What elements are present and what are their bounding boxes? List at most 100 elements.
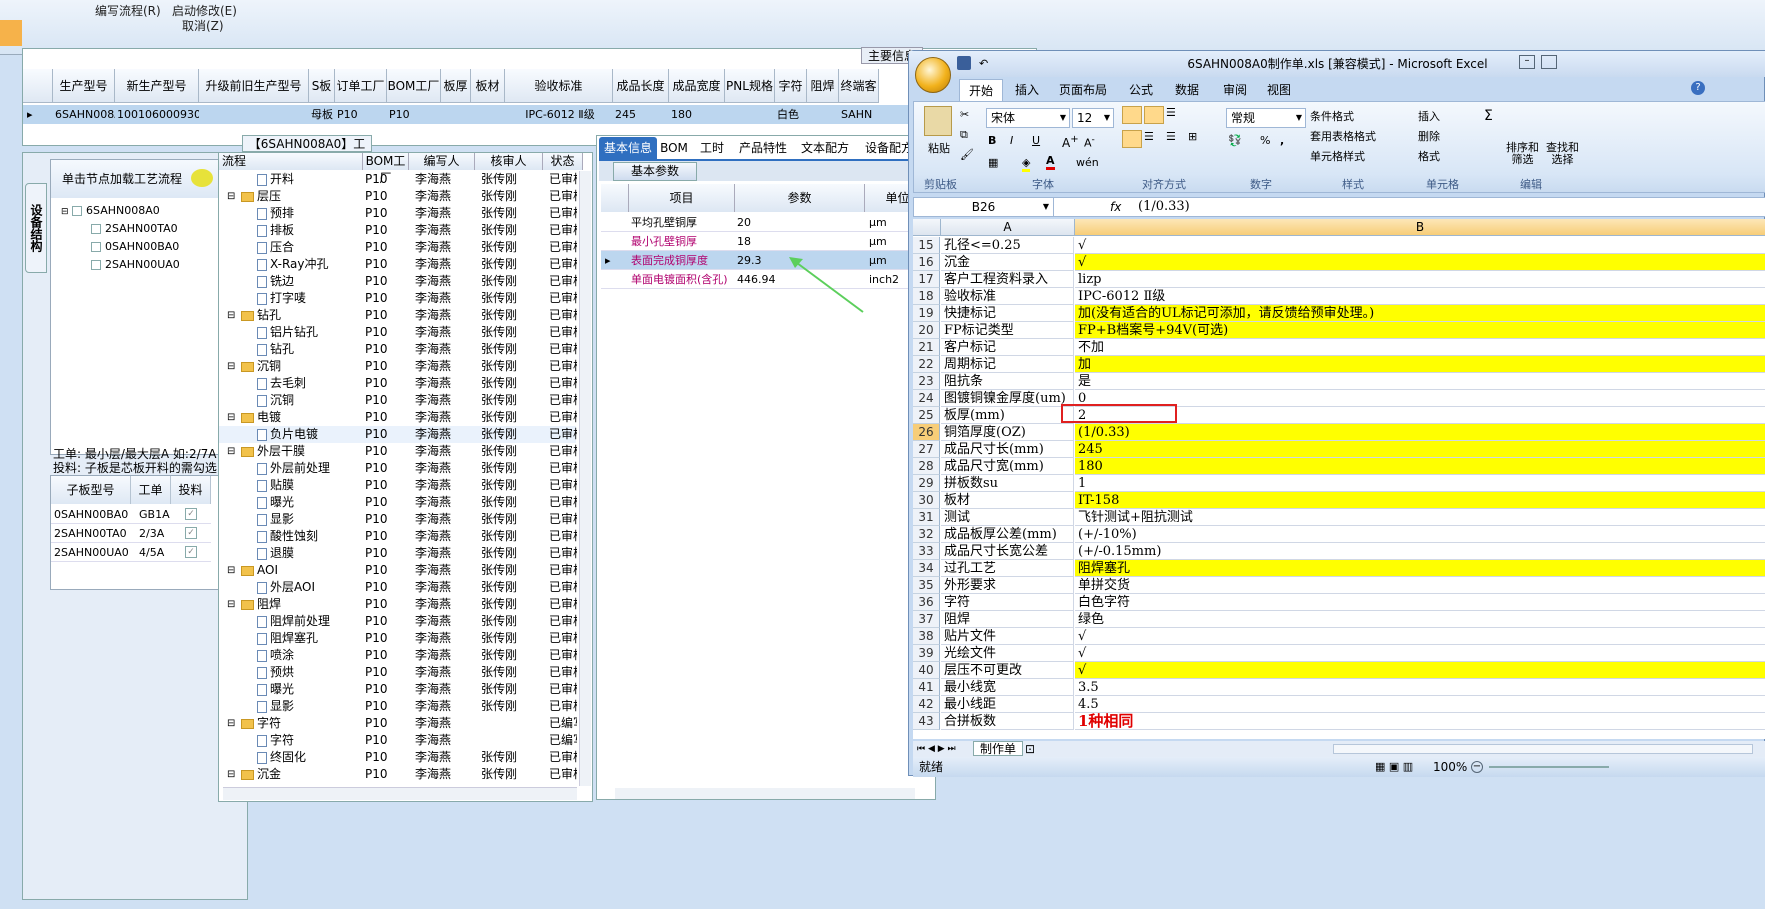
paste-button[interactable]: 粘贴 bbox=[928, 140, 950, 156]
align-middle-icon[interactable] bbox=[1144, 106, 1164, 124]
process-row[interactable]: 预排 P10 李海燕 张传刚 已审核 bbox=[219, 205, 577, 222]
italic-button[interactable]: I bbox=[1010, 134, 1013, 147]
align-top-icon[interactable] bbox=[1122, 106, 1142, 124]
format-painter-icon[interactable]: 🖌 bbox=[960, 148, 974, 161]
row-number[interactable]: 38 bbox=[913, 628, 940, 645]
column-header-b[interactable]: B bbox=[1075, 219, 1765, 236]
fill-color-icon[interactable]: ◈ bbox=[1022, 156, 1031, 172]
process-row[interactable]: AOI P10 李海燕 张传刚 已审核 ⊟ bbox=[219, 562, 577, 579]
cell-b[interactable]: 飞针测试+阻抗测试 bbox=[1075, 509, 1765, 526]
cell-b[interactable]: 加 bbox=[1075, 356, 1765, 373]
row-number[interactable]: 25 bbox=[913, 407, 940, 424]
column-header-a[interactable]: A bbox=[941, 219, 1075, 236]
process-row[interactable]: 退膜 P10 李海燕 张传刚 已审核 bbox=[219, 545, 577, 562]
process-row[interactable]: 字符 P10 李海燕 已编写 ⊟ bbox=[219, 715, 577, 732]
cell-b[interactable]: 加(没有适合的UL标记可添加，请反馈给预审处理。) bbox=[1075, 305, 1765, 322]
font-size-select[interactable]: 12 ▼ bbox=[1072, 108, 1114, 128]
cancel-button[interactable]: 取消(Z) bbox=[182, 17, 224, 34]
collapse-toggle-icon[interactable]: ⊟ bbox=[227, 562, 235, 579]
row-number[interactable]: 33 bbox=[913, 543, 940, 560]
row-number[interactable]: 26 bbox=[913, 424, 940, 441]
cell-a[interactable]: 客户工程资料录入 bbox=[941, 271, 1074, 288]
cell-a[interactable]: FP标记类型 bbox=[941, 322, 1074, 339]
row-number[interactable]: 43 bbox=[913, 713, 940, 730]
table-cell[interactable] bbox=[727, 105, 775, 124]
cell-a[interactable]: 成品尺寸长(mm) bbox=[941, 441, 1074, 458]
sheet-tab[interactable]: 制作单 bbox=[973, 741, 1024, 756]
copy-icon[interactable]: ⧉ bbox=[960, 128, 968, 142]
cell-b[interactable]: 4.5 bbox=[1075, 696, 1765, 713]
help-icon[interactable]: ? bbox=[1691, 81, 1705, 95]
process-row[interactable]: 曝光 P10 李海燕 张传刚 已审核 bbox=[219, 681, 577, 698]
row-number[interactable]: 30 bbox=[913, 492, 940, 509]
tab-text-recipe[interactable]: 文本配方 bbox=[797, 137, 853, 159]
new-sheet-icon[interactable]: ⊡ bbox=[1025, 741, 1035, 757]
office-button[interactable] bbox=[915, 57, 951, 93]
cell-b[interactable]: lizp bbox=[1075, 271, 1765, 288]
cell-a[interactable]: 阻焊 bbox=[941, 611, 1074, 628]
cell-a[interactable]: 成品尺寸宽(mm) bbox=[941, 458, 1074, 475]
row-number[interactable]: 34 bbox=[913, 560, 940, 577]
cell-a[interactable]: 阻抗条 bbox=[941, 373, 1074, 390]
process-row[interactable]: 负片电镀 P10 李海燕 张传刚 已审核 bbox=[219, 426, 577, 443]
table-cell[interactable]: 245 bbox=[615, 105, 669, 124]
process-row[interactable]: 阻焊塞孔 P10 李海燕 张传刚 已审核 bbox=[219, 630, 577, 647]
cell-a[interactable]: 周期标记 bbox=[941, 356, 1074, 373]
param-row[interactable]: 最小孔壁铜厚 18 μm bbox=[601, 232, 931, 251]
table-row[interactable]: 0SAHN00BA0 GB1A ✓ bbox=[51, 505, 211, 524]
view-buttons[interactable]: ▦ ▣ ▥ bbox=[1375, 757, 1413, 777]
row-number[interactable]: 15 bbox=[913, 237, 940, 254]
table-cell[interactable]: 母板 bbox=[311, 105, 335, 124]
cell-a[interactable]: 板厚(mm) bbox=[941, 407, 1074, 424]
undo-icon[interactable]: ↶ bbox=[979, 51, 988, 77]
edit-flow-button[interactable]: 编写流程(R) bbox=[95, 2, 161, 19]
process-row[interactable]: 外层干膜 P10 李海燕 张传刚 已审核 ⊟ bbox=[219, 443, 577, 460]
percent-icon[interactable]: % bbox=[1260, 134, 1270, 147]
process-row[interactable]: 预烘 P10 李海燕 张传刚 已审核 bbox=[219, 664, 577, 681]
collapse-toggle-icon[interactable]: ⊟ bbox=[227, 766, 235, 783]
param-row[interactable]: 平均孔壁铜厚 20 μm bbox=[601, 213, 931, 232]
cell-b[interactable]: √ bbox=[1075, 628, 1765, 645]
horizontal-scrollbar[interactable] bbox=[615, 788, 915, 799]
cell-a[interactable]: 最小线距 bbox=[941, 696, 1074, 713]
param-row[interactable]: ▸ 表面完成铜厚度 29.3 μm bbox=[601, 251, 931, 270]
table-cell[interactable]: 白色 bbox=[777, 105, 807, 124]
process-row[interactable]: 铝片钻孔 P10 李海燕 张传刚 已审核 bbox=[219, 324, 577, 341]
formula-input[interactable]: (1/0.33) bbox=[1138, 198, 1190, 216]
row-number[interactable]: 22 bbox=[913, 356, 940, 373]
align-center-icon[interactable]: ☰ bbox=[1144, 130, 1154, 143]
row-number[interactable]: 24 bbox=[913, 390, 940, 407]
process-row[interactable]: 电镀 P10 李海燕 张传刚 已审核 ⊟ bbox=[219, 409, 577, 426]
vertical-scrollbar[interactable] bbox=[579, 171, 591, 786]
cell-b[interactable]: 1 bbox=[1075, 475, 1765, 492]
collapse-toggle-icon[interactable]: ⊟ bbox=[227, 596, 235, 613]
process-row[interactable]: 外层AOI P10 李海燕 张传刚 已审核 bbox=[219, 579, 577, 596]
cell-b[interactable]: 是 bbox=[1075, 373, 1765, 390]
grow-font-button[interactable]: A+ bbox=[1062, 134, 1079, 150]
process-row[interactable]: 外层前处理 P10 李海燕 张传刚 已审核 bbox=[219, 460, 577, 477]
sort-filter-button[interactable]: 排序和 筛选 bbox=[1506, 142, 1539, 166]
format-cells-button[interactable]: 格式 bbox=[1418, 148, 1440, 164]
table-cell[interactable]: 180 bbox=[671, 105, 725, 124]
cell-style-button[interactable]: 单元格样式 bbox=[1310, 148, 1365, 164]
row-number[interactable]: 35 bbox=[913, 577, 940, 594]
tree-node[interactable]: 2SAHN00UA0 bbox=[91, 258, 180, 271]
tab-data[interactable]: 数据 bbox=[1167, 79, 1207, 101]
table-cell[interactable]: P10 bbox=[389, 105, 441, 124]
collapse-toggle-icon[interactable]: ⊟ bbox=[227, 715, 235, 732]
tab-basic-info[interactable]: 基本信息 bbox=[599, 137, 657, 159]
cell-b[interactable]: (1/0.33) bbox=[1075, 424, 1765, 441]
align-left-icon[interactable] bbox=[1122, 130, 1142, 148]
process-row[interactable]: 阻焊前处理 P10 李海燕 张传刚 已审核 bbox=[219, 613, 577, 630]
cell-b[interactable]: 245 bbox=[1075, 441, 1765, 458]
table-format-button[interactable]: 套用表格格式 bbox=[1310, 128, 1376, 144]
maximize-icon[interactable] bbox=[1541, 55, 1557, 69]
cell-b[interactable]: √ bbox=[1075, 662, 1765, 679]
process-row[interactable]: 压合 P10 李海燕 张传刚 已审核 bbox=[219, 239, 577, 256]
row-number[interactable]: 39 bbox=[913, 645, 940, 662]
cell-a[interactable]: 客户标记 bbox=[941, 339, 1074, 356]
param-row[interactable]: 单面电镀面积(含孔) 446.94 inch2 bbox=[601, 270, 931, 289]
fx-icon[interactable]: fx bbox=[1110, 198, 1121, 216]
row-number[interactable]: 23 bbox=[913, 373, 940, 390]
process-row[interactable]: 阻焊 P10 李海燕 张传刚 已审核 ⊟ bbox=[219, 596, 577, 613]
